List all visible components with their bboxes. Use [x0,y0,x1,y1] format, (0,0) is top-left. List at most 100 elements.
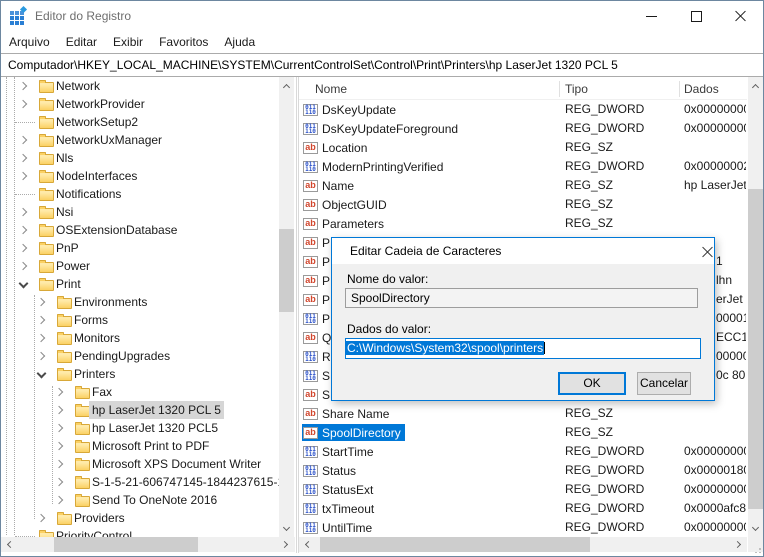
scroll-right-icon[interactable] [278,537,293,552]
tree-item-networkprovider[interactable]: NetworkProvider [1,95,279,113]
chevron-right-icon[interactable] [55,496,63,504]
tree-item-s-1-5-21-606747145-1844237615-180[interactable]: S-1-5-21-606747145-1844237615-180 [1,473,279,491]
menu-item-favoritos[interactable]: Favoritos [151,31,216,53]
tree-item-providers[interactable]: Providers [1,509,279,527]
value-row-modernprintingverified[interactable]: 011 110ModernPrintingVerifiedREG_DWORD0x… [299,157,747,176]
value-row-starttime[interactable]: 011 110StartTimeREG_DWORD0x00000000 [299,442,747,461]
column-separator[interactable] [679,81,680,97]
tree-hscroll-thumb[interactable] [54,537,198,552]
menu-item-editar[interactable]: Editar [58,31,105,53]
tree-horizontal-scrollbar[interactable] [1,537,295,552]
tree-item-hp-laserjet-1320-pcl-5[interactable]: hp LaserJet 1320 PCL 5 [1,401,279,419]
value-row-status[interactable]: 011 110StatusREG_DWORD0x00000180 [299,461,747,480]
tree-item-networkuxmanager[interactable]: NetworkUxManager [1,131,279,149]
chevron-down-icon[interactable] [19,279,29,289]
value-row-objectguid[interactable]: abObjectGUIDREG_SZ [299,195,747,214]
chevron-right-icon[interactable] [55,442,63,450]
scroll-right-icon[interactable] [731,537,746,552]
value-row-statusext[interactable]: 011 110StatusExtREG_DWORD0x00000000 [299,480,747,499]
chevron-right-icon[interactable] [37,334,45,342]
maximize-button[interactable] [674,1,719,31]
tree-item-nls[interactable]: Nls [1,149,279,167]
scroll-down-icon[interactable] [279,521,294,536]
chevron-right-icon[interactable] [19,100,27,108]
tree-item-printers[interactable]: Printers [1,365,279,383]
value-row-location[interactable]: abLocationREG_SZ [299,138,747,157]
value-row-txtimeout[interactable]: 011 110txTimeoutREG_DWORD0x0000afc8 ( [299,499,747,518]
chevron-right-icon[interactable] [19,136,27,144]
tree-item-hp-laserjet-1320-pcl5[interactable]: hp LaserJet 1320 PCL5 [1,419,279,437]
reg-string-icon: ab [303,427,318,439]
close-button[interactable] [718,1,763,31]
chevron-right-icon[interactable] [37,316,45,324]
tree-item-network[interactable]: Network [1,77,279,95]
list-vscroll-thumb[interactable] [748,189,763,509]
tree-item-send-to-onenote-2016[interactable]: Send To OneNote 2016 [1,491,279,509]
tree-item-nsi[interactable]: Nsi [1,203,279,221]
value-row-dskeyupdate[interactable]: 011 110DsKeyUpdateREG_DWORD0x00000000 [299,100,747,119]
scroll-left-icon[interactable] [300,537,315,552]
tree-item-environments[interactable]: Environments [1,293,279,311]
tree-item-microsoft-xps-document-writer[interactable]: Microsoft XPS Document Writer [1,455,279,473]
value-row-parameters[interactable]: abParametersREG_SZ [299,214,747,233]
scroll-up-icon[interactable] [279,79,294,94]
list-horizontal-scrollbar[interactable] [299,537,747,552]
address-bar[interactable]: Computador\HKEY_LOCAL_MACHINE\SYSTEM\Cur… [1,53,763,77]
tree-item-microsoft-print-to-pdf[interactable]: Microsoft Print to PDF [1,437,279,455]
tree-item-pendingupgrades[interactable]: PendingUpgrades [1,347,279,365]
tree-item-fax[interactable]: Fax [1,383,279,401]
chevron-right-icon[interactable] [19,226,27,234]
value-row-name[interactable]: abNameREG_SZhp LaserJet [299,176,747,195]
chevron-right-icon[interactable] [37,514,45,522]
scroll-down-icon[interactable] [748,521,763,536]
chevron-right-icon[interactable] [19,262,27,270]
chevron-right-icon[interactable] [19,208,27,216]
chevron-right-icon[interactable] [55,388,63,396]
chevron-right-icon[interactable] [55,460,63,468]
scroll-up-icon[interactable] [748,79,763,94]
resize-grip[interactable] [748,537,763,552]
column-header-dados[interactable]: Dados [684,79,744,99]
list-hscroll-thumb[interactable] [320,537,590,552]
list-vertical-scrollbar[interactable] [748,77,763,537]
tree-item-pnp[interactable]: PnP [1,239,279,257]
column-header-tipo[interactable]: Tipo [565,79,675,99]
chevron-right-icon[interactable] [37,298,45,306]
tree-item-print[interactable]: Print [1,275,279,293]
chevron-right-icon[interactable] [55,406,63,414]
scroll-left-icon[interactable] [2,537,17,552]
value-row-untiltime[interactable]: 011 110UntilTimeREG_DWORD0x00000000 [299,518,747,537]
chevron-right-icon[interactable] [37,352,45,360]
cancel-button[interactable]: Cancelar [637,372,691,395]
tree-item-notifications[interactable]: Notifications [1,185,279,203]
menu-item-exibir[interactable]: Exibir [105,31,151,53]
tree-item-monitors[interactable]: Monitors [1,329,279,347]
tree-vertical-scrollbar[interactable] [279,77,294,537]
tree-item-osextensiondatabase[interactable]: OSExtensionDatabase [1,221,279,239]
tree-item-nodeinterfaces[interactable]: NodeInterfaces [1,167,279,185]
value-name-label: DsKeyUpdate [322,103,396,117]
chevron-right-icon[interactable] [19,244,27,252]
reg-string-icon: ab [303,408,318,420]
value-data-input[interactable]: C:\Windows\System32\spool\printers [345,338,701,359]
chevron-down-icon[interactable] [37,369,47,379]
value-row-dskeyupdateforeground[interactable]: 011 110DsKeyUpdateForegroundREG_DWORD0x0… [299,119,747,138]
ok-button[interactable]: OK [558,372,626,395]
value-row-share-name[interactable]: abShare NameREG_SZ [299,404,747,423]
chevron-right-icon[interactable] [19,172,27,180]
chevron-right-icon[interactable] [19,82,27,90]
chevron-right-icon[interactable] [55,424,63,432]
tree-item-label: Network [53,77,103,95]
column-separator[interactable] [559,81,560,97]
value-row-spooldirectory[interactable]: abSpoolDirectoryREG_SZ [299,423,747,442]
tree-item-forms[interactable]: Forms [1,311,279,329]
menu-item-arquivo[interactable]: Arquivo [1,31,58,53]
menu-item-ajuda[interactable]: Ajuda [216,31,263,53]
chevron-right-icon[interactable] [19,154,27,162]
minimize-button[interactable] [629,1,674,31]
chevron-right-icon[interactable] [55,478,63,486]
column-header-nome[interactable]: Nome [315,79,555,99]
tree-item-networksetup2[interactable]: NetworkSetup2 [1,113,279,131]
tree-item-power[interactable]: Power [1,257,279,275]
tree-vscroll-thumb[interactable] [279,229,294,312]
